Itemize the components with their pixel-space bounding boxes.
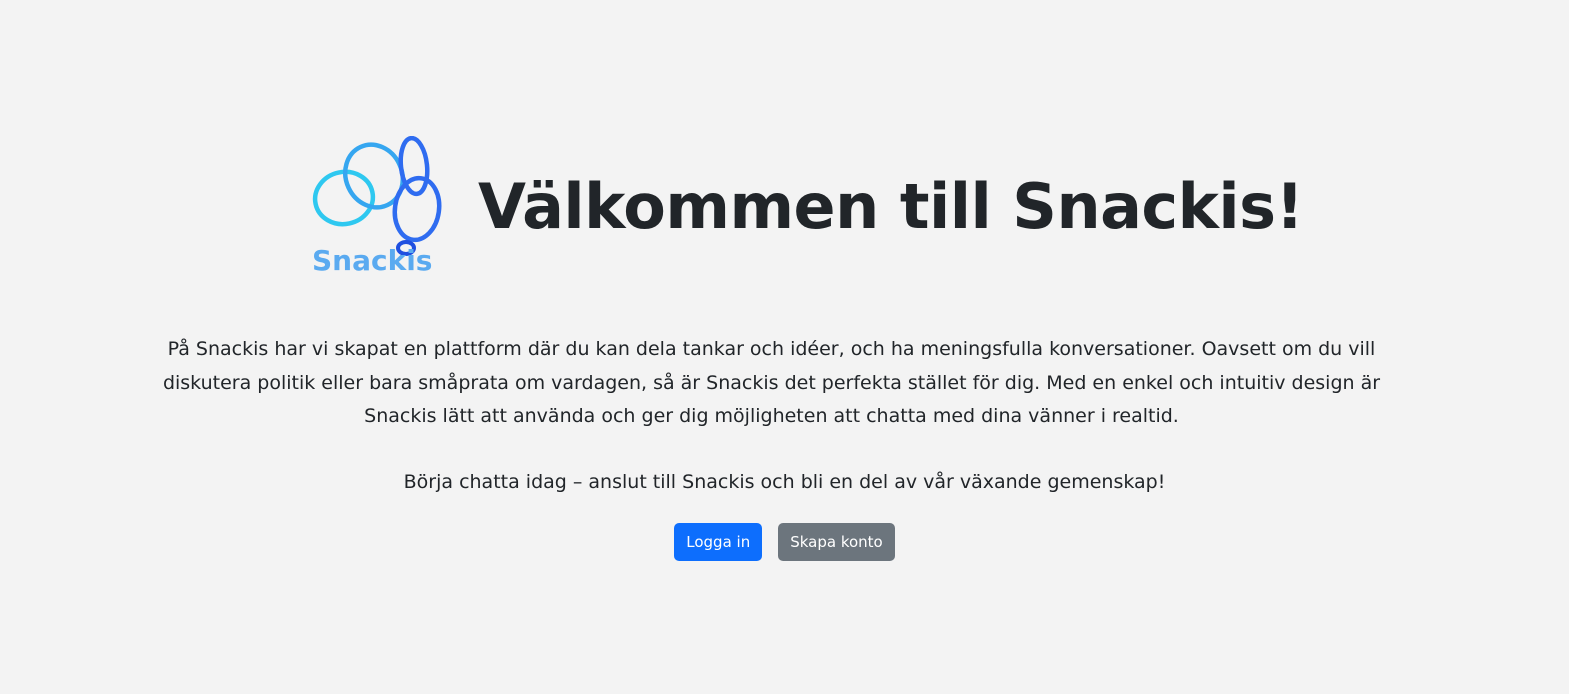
action-buttons: Logga in Skapa konto bbox=[0, 523, 1569, 561]
svg-text:Snackis: Snackis bbox=[312, 244, 432, 276]
landing-hero: Snackis Välkommen till Snackis! På Snack… bbox=[0, 0, 1569, 694]
page-title: Välkommen till Snackis! bbox=[478, 169, 1304, 243]
hero-header: Snackis Välkommen till Snackis! bbox=[308, 136, 1304, 276]
login-button[interactable]: Logga in bbox=[674, 523, 763, 561]
snackis-logo: Snackis bbox=[312, 136, 442, 276]
intro-paragraph: På Snackis har vi skapat en plattform dä… bbox=[162, 338, 1381, 427]
call-to-action-text: Börja chatta idag – anslut till Snackis … bbox=[403, 471, 1166, 493]
create-account-button[interactable]: Skapa konto bbox=[778, 523, 895, 561]
